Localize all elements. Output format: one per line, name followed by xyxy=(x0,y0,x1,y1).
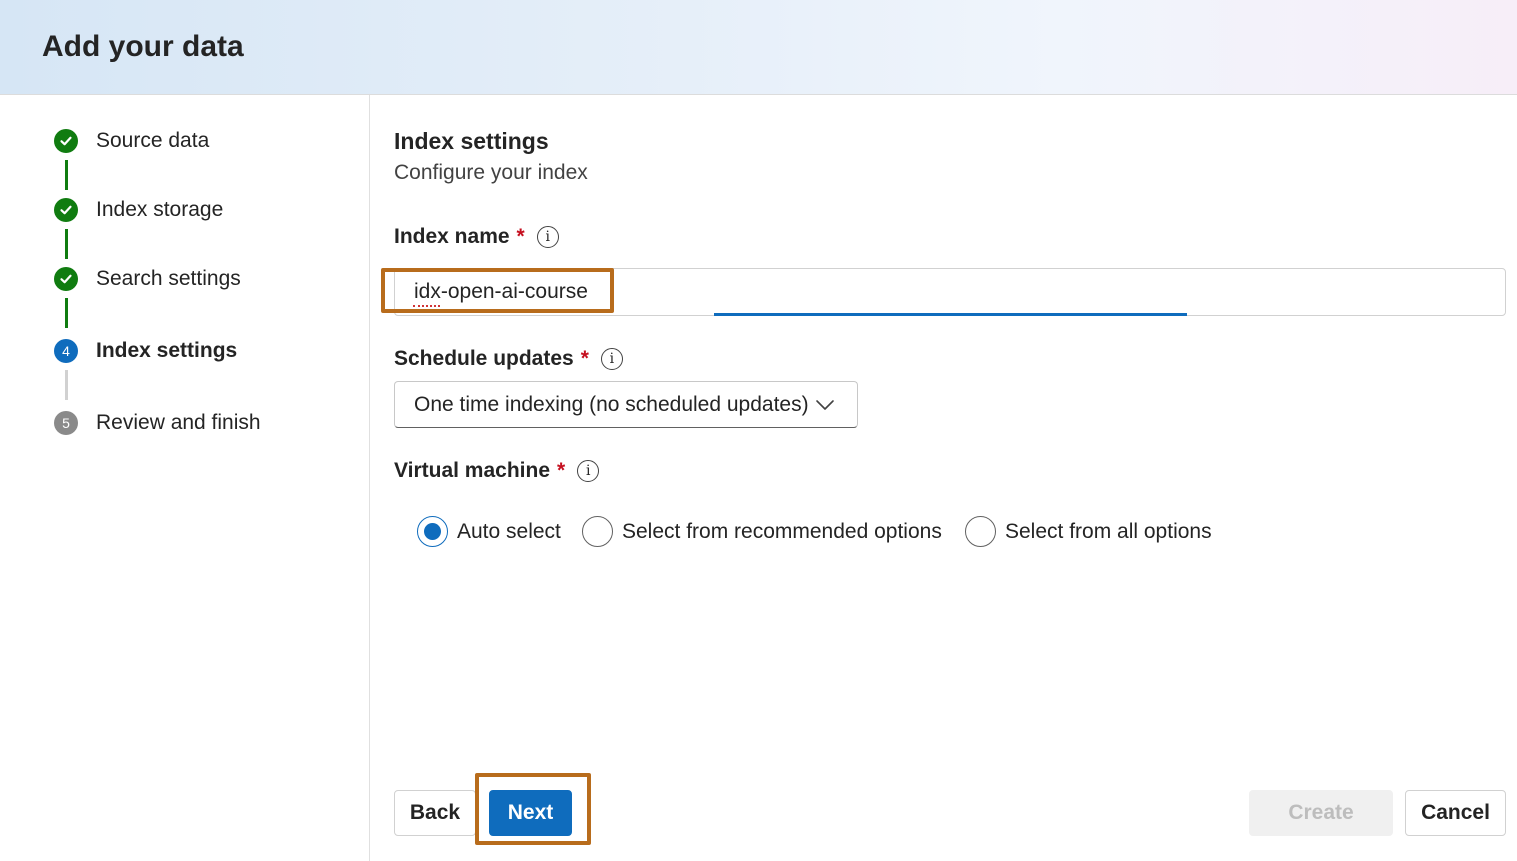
step-connector xyxy=(65,370,68,400)
info-icon[interactable]: i xyxy=(600,348,623,370)
section-title: Index settings xyxy=(394,128,549,154)
step-number-badge: 5 xyxy=(54,411,78,435)
checkmark-icon xyxy=(54,267,78,291)
step-label: Index storage xyxy=(96,198,224,221)
field-label-text: Virtual machine xyxy=(394,459,551,482)
radio-label: Select from recommended options xyxy=(622,519,942,543)
highlight-box-next xyxy=(475,773,591,845)
create-button[interactable]: Create xyxy=(1249,790,1393,836)
input-focus-underline xyxy=(714,313,1187,316)
radio-circle[interactable] xyxy=(965,516,996,547)
step-search-settings[interactable]: Search settings xyxy=(54,266,241,292)
step-label: Search settings xyxy=(96,267,241,290)
checkmark-icon xyxy=(54,198,78,222)
radio-select-recommended[interactable]: Select from recommended options xyxy=(582,516,942,547)
step-index-storage[interactable]: Index storage xyxy=(54,197,223,223)
dropdown-selected-value: One time indexing (no scheduled updates) xyxy=(414,392,809,416)
step-review-and-finish[interactable]: 5 Review and finish xyxy=(54,410,261,436)
back-button[interactable]: Back xyxy=(394,790,476,836)
radio-auto-select[interactable]: Auto select xyxy=(417,516,561,547)
chevron-down-icon xyxy=(816,400,834,410)
radio-circle[interactable] xyxy=(417,516,448,547)
step-connector xyxy=(65,298,68,328)
required-asterisk: * xyxy=(557,459,566,482)
sidebar-divider xyxy=(369,95,370,861)
cancel-button[interactable]: Cancel xyxy=(1405,790,1506,836)
step-connector xyxy=(65,229,68,259)
field-label-text: Schedule updates xyxy=(394,347,574,370)
field-label-text: Index name xyxy=(394,225,510,248)
required-asterisk: * xyxy=(516,225,525,248)
checkmark-icon xyxy=(54,129,78,153)
info-icon[interactable]: i xyxy=(536,226,559,248)
page-title: Add your data xyxy=(42,30,244,63)
info-icon[interactable]: i xyxy=(577,460,600,482)
required-asterisk: * xyxy=(580,347,589,370)
step-number-badge: 4 xyxy=(54,339,78,363)
highlight-box-index-name xyxy=(381,268,614,313)
step-label: Index settings xyxy=(96,339,238,362)
radio-circle[interactable] xyxy=(582,516,613,547)
radio-label: Auto select xyxy=(457,519,561,543)
schedule-updates-dropdown[interactable]: One time indexing (no scheduled updates) xyxy=(394,381,858,428)
schedule-updates-label: Schedule updates * i xyxy=(394,347,623,371)
step-label: Review and finish xyxy=(96,411,261,434)
header-banner: Add your data xyxy=(0,0,1517,95)
step-connector xyxy=(65,160,68,190)
section-subtitle: Configure your index xyxy=(394,161,588,184)
index-name-label: Index name * i xyxy=(394,225,559,249)
radio-label: Select from all options xyxy=(1005,519,1212,543)
step-source-data[interactable]: Source data xyxy=(54,128,209,154)
virtual-machine-label: Virtual machine * i xyxy=(394,459,600,483)
step-label: Source data xyxy=(96,129,210,152)
step-index-settings[interactable]: 4 Index settings xyxy=(54,338,237,364)
radio-select-all[interactable]: Select from all options xyxy=(965,516,1212,547)
radio-dot xyxy=(424,523,441,540)
